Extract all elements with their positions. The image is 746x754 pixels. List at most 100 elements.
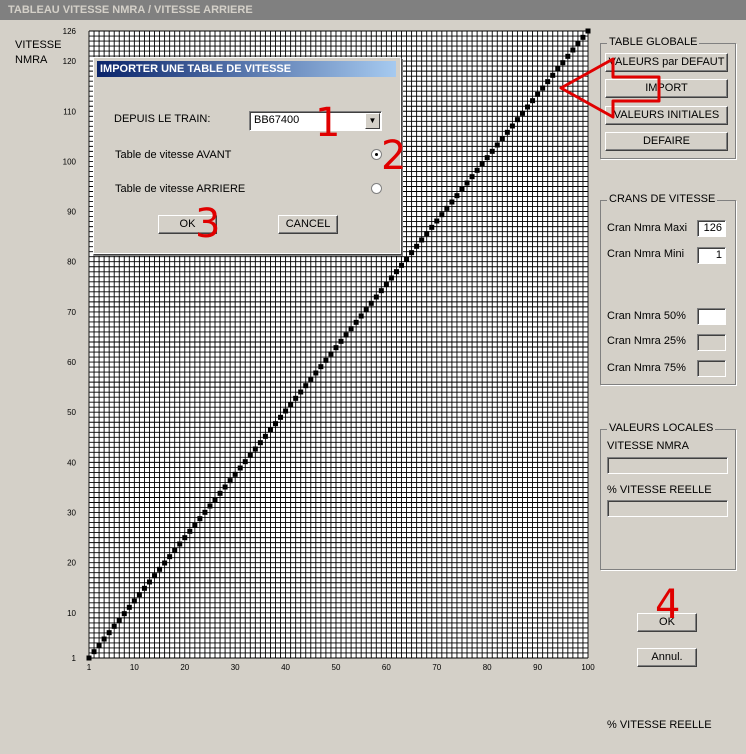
cran-maxi-field[interactable]: 126 [697, 220, 726, 237]
data-point [585, 28, 591, 34]
data-point [207, 503, 213, 509]
vitesse-reelle-label: % VITESSE REELLE [607, 484, 712, 496]
cran-25-label: Cran Nmra 25% [607, 335, 686, 347]
data-point [136, 592, 142, 598]
cancel-button[interactable]: Annul. [637, 648, 697, 667]
x-tick-label: 100 [581, 663, 595, 672]
y-tick-label: 110 [63, 107, 76, 116]
cran-50-label: Cran Nmra 50% [607, 310, 686, 322]
x-tick-label: 30 [231, 663, 240, 672]
radio-selected-dot [375, 153, 378, 156]
data-point [111, 623, 117, 629]
data-point [157, 566, 163, 572]
data-point [217, 490, 223, 496]
chevron-down-icon[interactable]: ▼ [365, 113, 380, 129]
data-point [388, 275, 394, 281]
y-tick-label: 126 [63, 27, 77, 36]
data-point [368, 300, 374, 306]
train-select-value: BB67400 [254, 114, 300, 126]
data-point [187, 528, 193, 534]
data-point [232, 471, 238, 477]
data-point [121, 611, 127, 617]
y-tick-label: 40 [67, 458, 76, 467]
data-point [293, 395, 299, 401]
data-point [348, 326, 354, 332]
data-point [106, 630, 112, 636]
y-tick-label: 50 [67, 408, 76, 417]
data-point [192, 522, 198, 528]
dialog-cancel-button[interactable]: CANCEL [278, 215, 338, 234]
data-point [86, 655, 92, 661]
data-point [197, 516, 203, 522]
y-tick-label: 1 [72, 654, 77, 663]
data-point [343, 332, 349, 338]
data-point [580, 34, 586, 40]
data-point [247, 452, 253, 458]
avant-label: Table de vitesse AVANT [115, 149, 232, 161]
x-tick-label: 40 [281, 663, 290, 672]
data-point [126, 604, 132, 610]
data-point [373, 294, 379, 300]
data-point [419, 237, 425, 243]
data-point [499, 136, 505, 142]
red-arrow-icon [559, 57, 661, 119]
y-tick-label: 90 [67, 208, 76, 217]
data-point [242, 459, 248, 465]
crans-title: CRANS DE VITESSE [607, 193, 718, 205]
cran-50-field[interactable] [697, 308, 726, 325]
data-point [272, 421, 278, 427]
data-point [237, 465, 243, 471]
data-point [333, 345, 339, 351]
import-dialog: IMPORTER UNE TABLE DE VITESSE DEPUIS LE … [93, 57, 401, 254]
locales-title: VALEURS LOCALES [607, 422, 716, 434]
data-point [378, 288, 384, 294]
data-point [469, 174, 475, 180]
data-point [146, 579, 152, 585]
data-point [449, 199, 455, 205]
data-point [252, 446, 258, 452]
data-point [308, 376, 314, 382]
data-point [434, 218, 440, 224]
annotation-2: 2 [381, 133, 407, 179]
arriere-label: Table de vitesse ARRIERE [115, 183, 246, 195]
annotation-1: 1 [315, 100, 341, 146]
data-point [439, 212, 445, 218]
data-point [383, 281, 389, 287]
data-point [393, 269, 399, 275]
window-title: TABLEAU VITESSE NMRA / VITESSE ARRIERE [0, 0, 746, 20]
data-point [116, 617, 122, 623]
cran-mini-field[interactable]: 1 [697, 247, 726, 264]
data-point [404, 256, 410, 262]
data-point [363, 307, 369, 313]
x-tick-label: 20 [180, 663, 189, 672]
data-point [509, 123, 515, 129]
undo-button[interactable]: DEFAIRE [605, 132, 728, 151]
annotation-4: 4 [655, 582, 681, 628]
data-point [464, 180, 470, 186]
data-point [313, 370, 319, 376]
data-point [91, 649, 97, 655]
data-point [338, 338, 344, 344]
arriere-radio[interactable] [371, 183, 382, 194]
data-point [328, 351, 334, 357]
vitesse-reelle-field [607, 500, 728, 517]
y-tick-labels: 1102030405060708090100110120126 [63, 27, 77, 663]
data-point [283, 408, 289, 414]
x-tick-label: 60 [382, 663, 391, 672]
annotation-3: 3 [195, 201, 221, 247]
data-point [474, 167, 480, 173]
data-point [152, 573, 158, 579]
data-point [212, 497, 218, 503]
data-point [540, 85, 546, 91]
data-point [409, 250, 415, 256]
x-tick-label: 50 [332, 663, 341, 672]
data-point [575, 41, 581, 47]
data-point [172, 547, 178, 553]
data-point [530, 98, 536, 104]
data-point [202, 509, 208, 515]
data-point [131, 598, 137, 604]
cran-75-label: Cran Nmra 75% [607, 362, 686, 374]
data-point [519, 110, 525, 116]
vitesse-nmra-label: VITESSE NMRA [607, 440, 689, 452]
y-tick-label: 10 [67, 609, 76, 618]
